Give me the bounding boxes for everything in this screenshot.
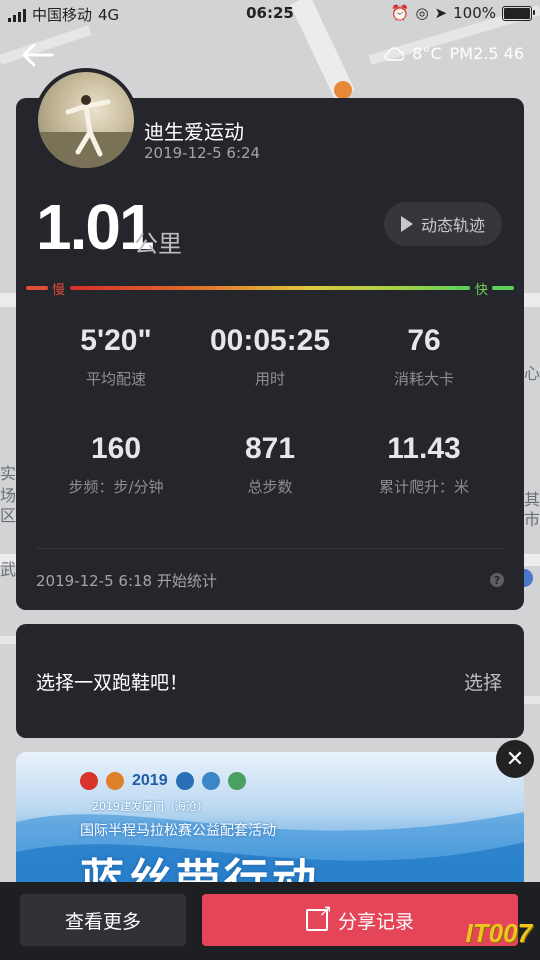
stat-calories: 76 消耗大卡 — [344, 324, 504, 389]
stat-label: 平均配速 — [85, 370, 146, 388]
stat-value: 11.43 — [387, 432, 461, 465]
start-time-text: 2019-12-5 6:18 开始统计 — [36, 572, 217, 590]
map-label: 心 — [524, 364, 540, 383]
help-icon[interactable]: ? — [490, 573, 504, 587]
stat-cadence: 160 步频：步/分钟 — [36, 432, 196, 497]
view-more-button[interactable]: 查看更多 — [20, 894, 186, 946]
stat-label: 步频：步/分钟 — [68, 478, 164, 496]
share-record-label: 分享记录 — [337, 910, 414, 933]
back-arrow-icon — [22, 43, 54, 67]
lock-rotation-icon: ◎ — [415, 4, 429, 22]
bottom-action-bar: 查看更多 分享记录 — [0, 882, 540, 960]
speed-bar: 慢 快 — [26, 283, 514, 298]
stat-value: 76 — [407, 324, 441, 357]
pm25: PM2.5 46 — [449, 44, 524, 63]
back-button[interactable] — [18, 38, 58, 72]
logo-badge-icon — [175, 772, 194, 790]
banner-year: 2019 — [132, 772, 168, 789]
track-replay-button[interactable]: 动态轨迹 — [384, 202, 502, 246]
shoe-select-button[interactable]: 选择 — [464, 668, 502, 695]
status-right: ⏰ ◎ ➤ 100% — [390, 4, 535, 22]
map-label: 实 — [0, 464, 17, 483]
speed-fast-label: 快 — [474, 283, 488, 298]
user-name: 迪生爱运动 — [144, 120, 244, 144]
stat-value: 160 — [90, 432, 142, 465]
stat-elevation: 11.43 累计爬升：米 — [344, 432, 504, 497]
speed-slow-label: 慢 — [52, 283, 66, 298]
stat-value: 5'20" — [80, 324, 152, 357]
distance-unit: 公里 — [134, 230, 182, 258]
stat-duration: 00:05:25 用时 — [190, 324, 350, 389]
banner-line1: 2019建发厦门（海沧） — [92, 800, 208, 813]
logo-badge-icon — [106, 772, 124, 790]
record-card: 迪生爱运动 2019-12-5 6:24 1.01 公里 动态轨迹 慢 快 5'… — [16, 68, 524, 610]
watermark-logo: IT007 — [465, 918, 533, 948]
stat-steps: 871 总步数 — [190, 432, 350, 497]
speed-slow-line — [26, 286, 48, 290]
banner-line2: 国际半程马拉松赛公益配套活动 — [80, 823, 276, 839]
alarm-icon: ⏰ — [390, 4, 410, 22]
map-label: 武 — [0, 560, 17, 579]
close-banner-button[interactable]: ✕ — [496, 740, 534, 778]
status-bar: 中国移动 4G 06:25 ⏰ ◎ ➤ 100% — [0, 0, 540, 28]
divider — [36, 548, 504, 549]
battery-percent: 100% — [453, 4, 496, 22]
logo-badge-icon — [201, 772, 220, 790]
avatar-figure — [38, 95, 134, 168]
share-icon — [305, 901, 332, 931]
stat-value: 00:05:25 — [209, 324, 331, 357]
logo-badge-icon — [80, 772, 98, 790]
temperature: 8°C — [412, 44, 442, 63]
location-icon: ➤ — [434, 4, 448, 22]
avatar[interactable] — [34, 68, 138, 172]
weather-info: 8°C PM2.5 46 — [384, 44, 524, 63]
speed-fast-line — [492, 286, 514, 290]
stat-pace: 5'20" 平均配速 — [36, 324, 196, 389]
shoe-prompt: 选择一双跑鞋吧！ — [36, 672, 189, 694]
stat-label: 用时 — [254, 370, 285, 388]
cloud-icon — [384, 46, 405, 61]
banner-logos: 2019 — [80, 772, 246, 790]
stat-value: 871 — [244, 432, 296, 465]
shoe-card[interactable]: 选择一双跑鞋吧！ 选择 — [16, 624, 524, 738]
play-icon — [400, 216, 413, 232]
stat-label: 累计爬升：米 — [378, 478, 469, 496]
stat-label: 总步数 — [247, 478, 293, 496]
track-replay-label: 动态轨迹 — [420, 216, 485, 235]
map-label: 市 — [524, 510, 540, 529]
stat-label: 消耗大卡 — [393, 370, 454, 388]
logo-badge-icon — [227, 772, 246, 790]
battery-icon — [502, 5, 535, 21]
record-date: 2019-12-5 6:24 — [144, 144, 261, 162]
speed-gradient — [70, 286, 470, 290]
